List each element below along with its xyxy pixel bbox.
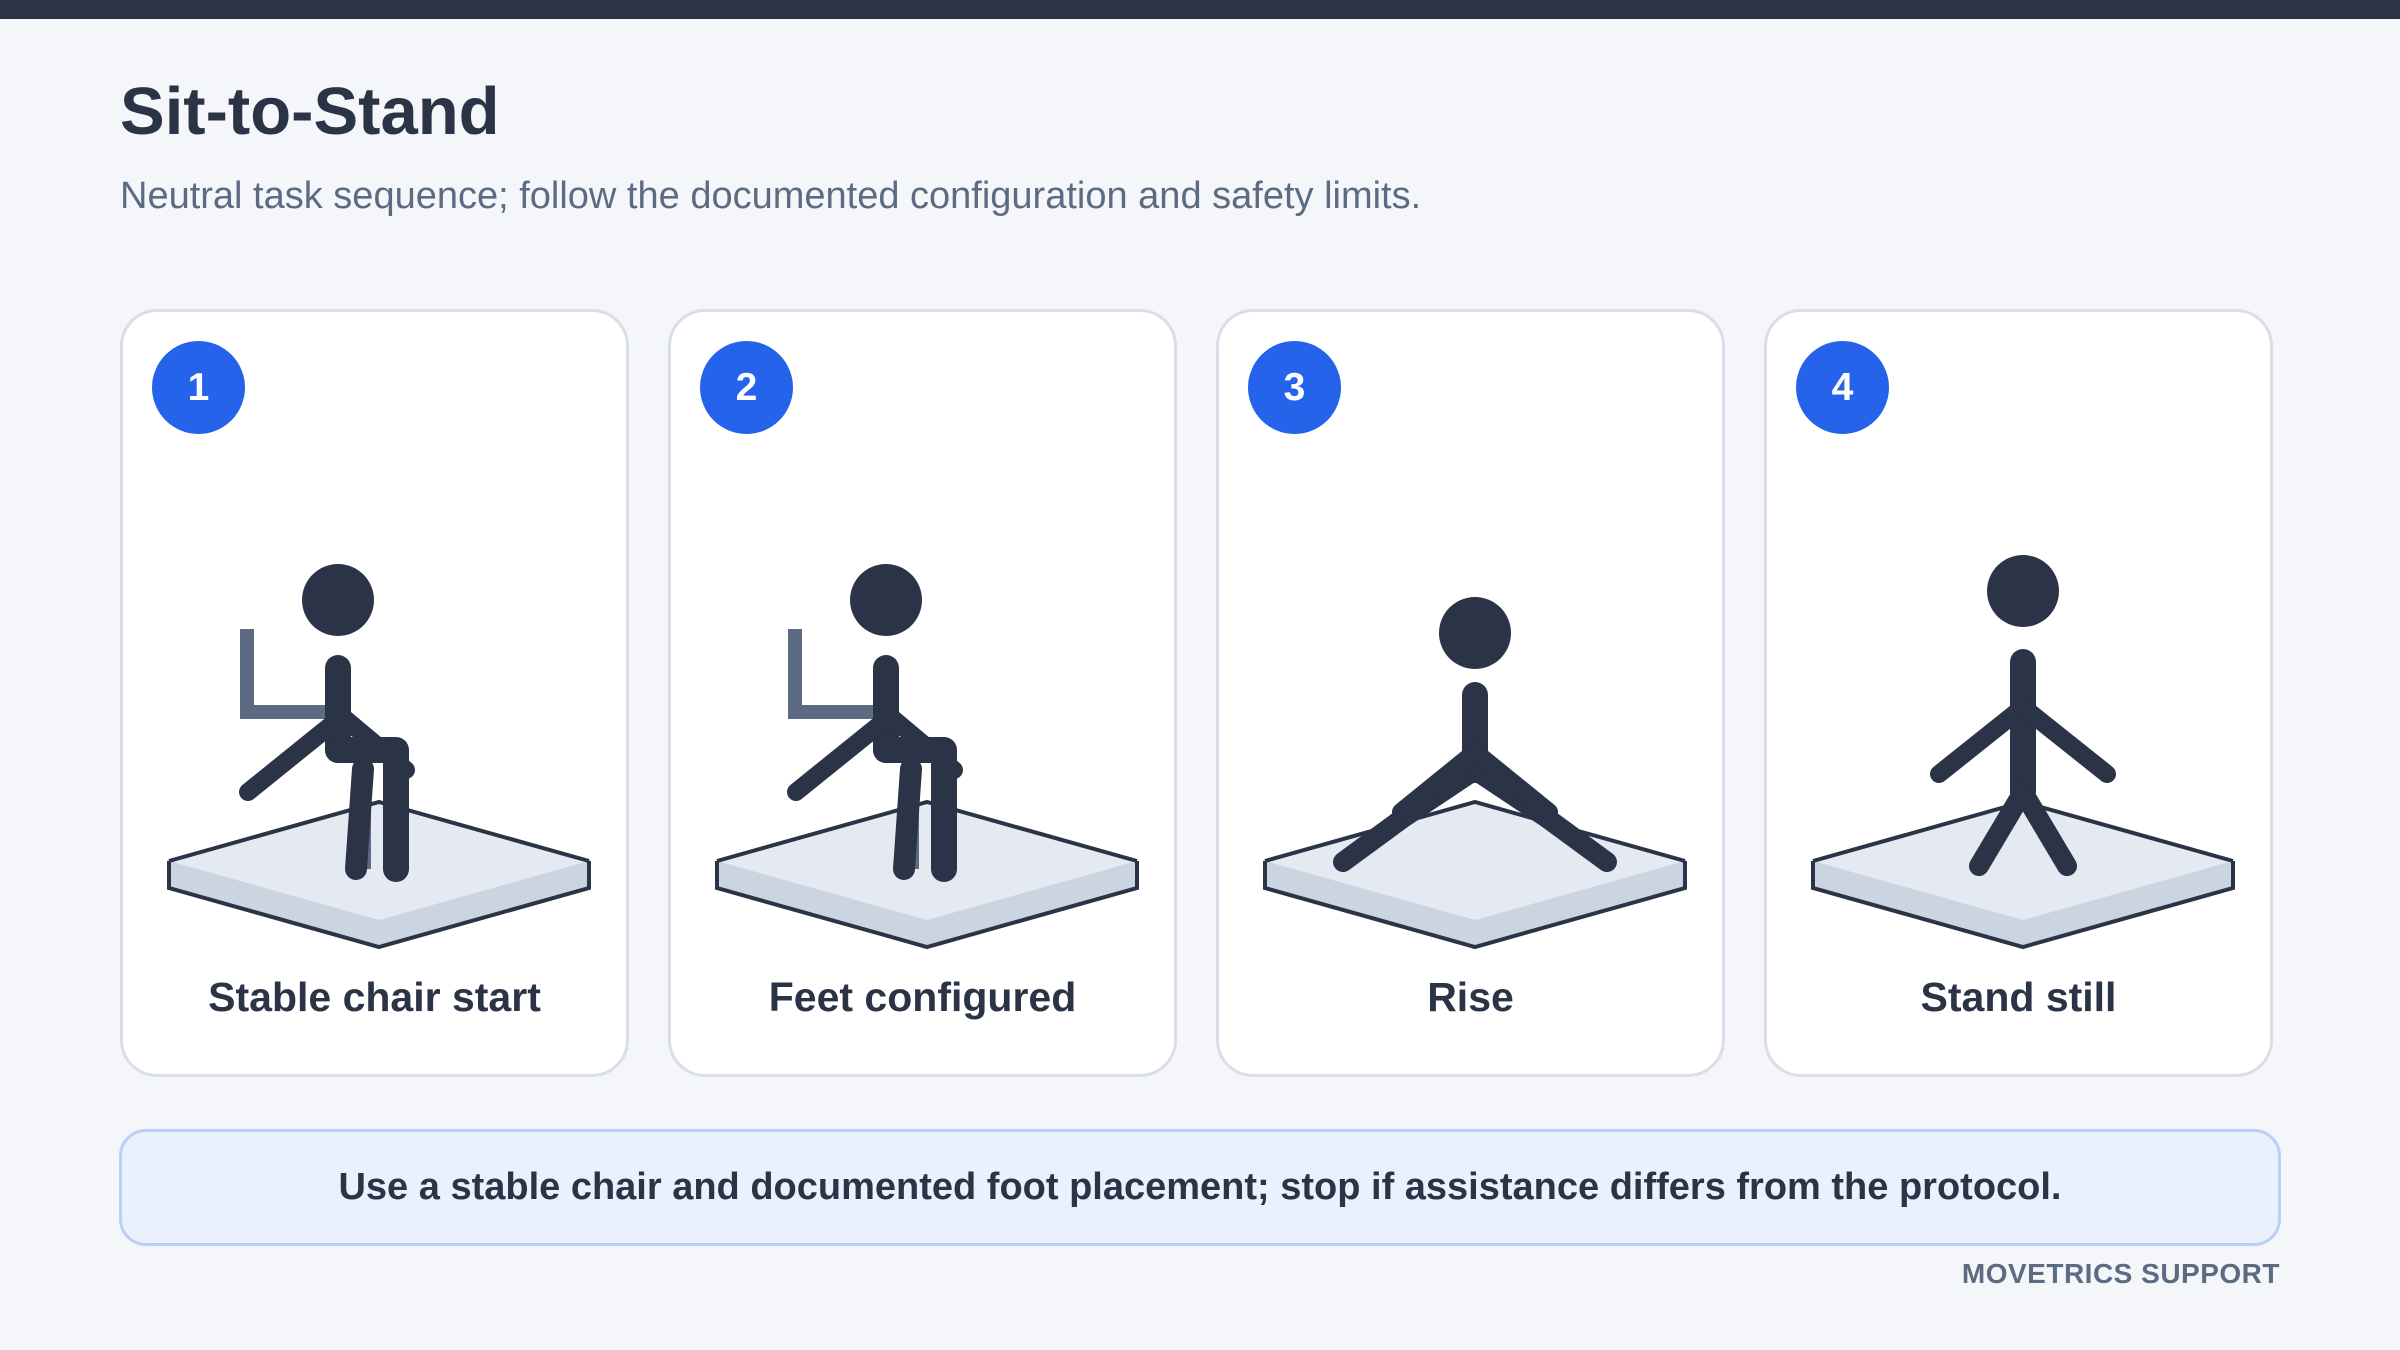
step-card-1: 1 Stable chair start [120, 309, 629, 1077]
page-title: Sit-to-Stand [120, 74, 500, 149]
seated-figure-feet-placed-icon [715, 564, 1139, 950]
page-subtitle: Neutral task sequence; follow the docume… [120, 175, 1422, 217]
step-card-2: 2 Feet configured [668, 309, 1177, 1077]
rising-figure-icon [1263, 597, 1687, 950]
step-label: Rise [1427, 974, 1514, 1020]
step-card-4: 4 Stand still [1764, 309, 2273, 1077]
step-number-badge: 4 [1796, 341, 1889, 434]
footer-brand: MOVETRICS SUPPORT [1961, 1258, 2280, 1289]
step-number-badge: 1 [152, 341, 245, 434]
seated-figure-with-chair-icon [167, 564, 591, 950]
step-label: Stable chair start [208, 974, 541, 1020]
top-bar [0, 0, 2400, 19]
step-sequence: 1 Stable chair start 2 Feet configured 3… [120, 309, 2276, 1081]
step-number-badge: 3 [1248, 341, 1341, 434]
step-label: Stand still [1920, 974, 2117, 1020]
step-card-3: 3 Rise [1216, 309, 1725, 1077]
step-number-badge: 2 [700, 341, 793, 434]
step-label: Feet configured [768, 974, 1077, 1020]
standing-figure-icon [1811, 555, 2235, 950]
safety-note-banner: Use a stable chair and documented foot p… [119, 1129, 2281, 1246]
